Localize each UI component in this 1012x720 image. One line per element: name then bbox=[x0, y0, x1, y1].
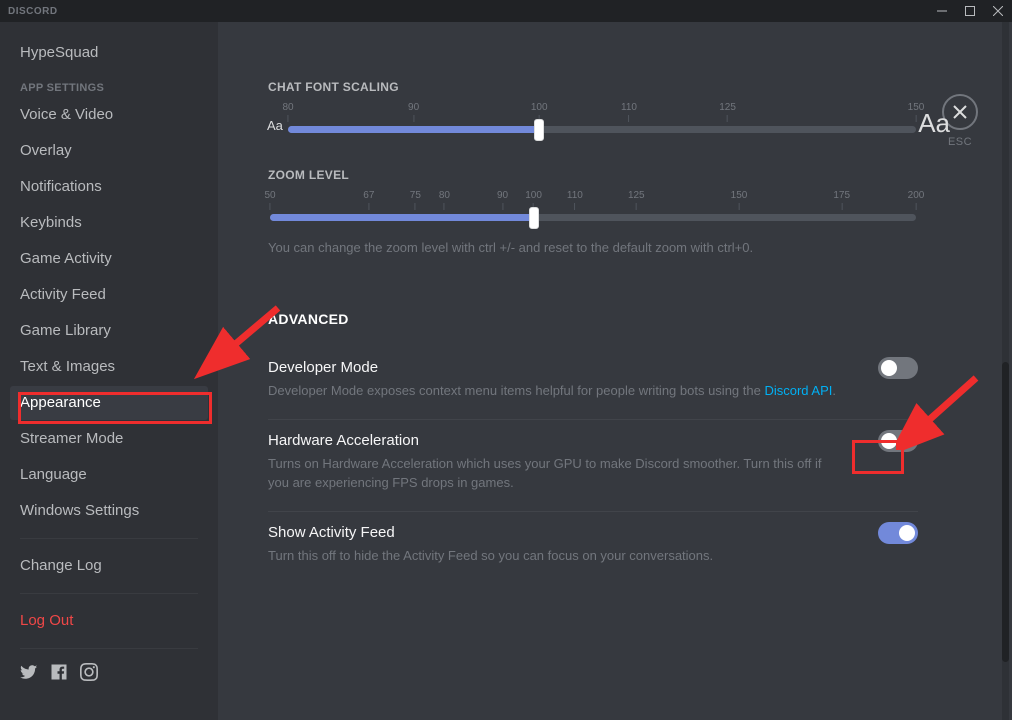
sidebar-section-header: APP SETTINGS bbox=[10, 72, 208, 98]
show-activity-feed-title: Show Activity Feed bbox=[268, 524, 918, 541]
slider-tick: 110 bbox=[621, 102, 637, 122]
window-close-button[interactable] bbox=[984, 0, 1012, 22]
slider-tick: 90 bbox=[497, 190, 508, 210]
facebook-icon[interactable] bbox=[50, 663, 68, 686]
developer-mode-title: Developer Mode bbox=[268, 359, 918, 376]
slider-tick: 75 bbox=[410, 190, 421, 210]
sidebar-item-overlay[interactable]: Overlay bbox=[10, 134, 208, 168]
sidebar-item-appearance[interactable]: Appearance bbox=[10, 386, 208, 420]
slider-tick: 150 bbox=[731, 190, 748, 210]
sidebar-item-change-log[interactable]: Change Log bbox=[10, 549, 208, 583]
sidebar-divider bbox=[20, 538, 198, 539]
window-maximize-button[interactable] bbox=[956, 0, 984, 22]
sidebar-item-game-activity[interactable]: Game Activity bbox=[10, 242, 208, 276]
chat-font-scaling-slider[interactable]: Aa Aa 8090100110125150 bbox=[268, 102, 918, 140]
slider-tick: 125 bbox=[719, 102, 736, 122]
font-sample-small: Aa bbox=[267, 118, 283, 133]
slider-tick: 80 bbox=[439, 190, 450, 210]
zoom-level-slider[interactable]: 5067758090100110125150175200 bbox=[268, 190, 918, 228]
developer-mode-description: Developer Mode exposes context menu item… bbox=[268, 382, 838, 401]
slider-tick: 80 bbox=[282, 102, 293, 122]
show-activity-feed-description: Turn this off to hide the Activity Feed … bbox=[268, 547, 838, 566]
sidebar-divider bbox=[20, 648, 198, 649]
advanced-heading: ADVANCED bbox=[268, 311, 918, 327]
instagram-icon[interactable] bbox=[80, 663, 98, 686]
sidebar-divider bbox=[20, 593, 198, 594]
sidebar-item-windows-settings[interactable]: Windows Settings bbox=[10, 494, 208, 528]
slider-tick: 125 bbox=[628, 190, 645, 210]
slider-tick: 110 bbox=[567, 190, 583, 210]
sidebar-item-hypesquad[interactable]: HypeSquad bbox=[10, 36, 208, 70]
slider-tick: 67 bbox=[363, 190, 374, 210]
titlebar: DISCORD bbox=[0, 0, 1012, 22]
hardware-acceleration-toggle[interactable] bbox=[878, 430, 918, 452]
slider-tick: 200 bbox=[908, 190, 925, 210]
app-logo: DISCORD bbox=[8, 6, 58, 17]
sidebar-item-notifications[interactable]: Notifications bbox=[10, 170, 208, 204]
settings-sidebar: HypeSquad APP SETTINGS Voice & Video Ove… bbox=[0, 22, 218, 720]
window-minimize-button[interactable] bbox=[928, 0, 956, 22]
slider-tick: 50 bbox=[264, 190, 275, 210]
slider-tick: 90 bbox=[408, 102, 419, 122]
sidebar-item-text-images[interactable]: Text & Images bbox=[10, 350, 208, 384]
chat-font-scaling-label: CHAT FONT SCALING bbox=[268, 80, 918, 94]
sidebar-item-keybinds[interactable]: Keybinds bbox=[10, 206, 208, 240]
slider-tick: 150 bbox=[908, 102, 925, 122]
slider-thumb[interactable] bbox=[534, 119, 544, 141]
sidebar-item-activity-feed[interactable]: Activity Feed bbox=[10, 278, 208, 312]
show-activity-feed-toggle[interactable] bbox=[878, 522, 918, 544]
slider-tick: 175 bbox=[833, 190, 850, 210]
sidebar-item-log-out[interactable]: Log Out bbox=[10, 604, 208, 638]
developer-mode-setting: Developer Mode Developer Mode exposes co… bbox=[268, 347, 918, 420]
sidebar-item-game-library[interactable]: Game Library bbox=[10, 314, 208, 348]
show-activity-feed-setting: Show Activity Feed Turn this off to hide… bbox=[268, 512, 918, 584]
discord-api-link[interactable]: Discord API bbox=[764, 383, 832, 398]
sidebar-item-voice-video[interactable]: Voice & Video bbox=[10, 98, 208, 132]
scrollbar-thumb[interactable] bbox=[1002, 362, 1009, 662]
slider-thumb[interactable] bbox=[529, 207, 539, 229]
twitter-icon[interactable] bbox=[20, 663, 38, 686]
zoom-help-text: You can change the zoom level with ctrl … bbox=[268, 240, 918, 255]
hardware-acceleration-setting: Hardware Acceleration Turns on Hardware … bbox=[268, 420, 918, 512]
zoom-level-label: ZOOM LEVEL bbox=[268, 168, 918, 182]
hardware-acceleration-description: Turns on Hardware Acceleration which use… bbox=[268, 455, 838, 493]
sidebar-item-language[interactable]: Language bbox=[10, 458, 208, 492]
developer-mode-toggle[interactable] bbox=[878, 357, 918, 379]
sidebar-item-streamer-mode[interactable]: Streamer Mode bbox=[10, 422, 208, 456]
hardware-acceleration-title: Hardware Acceleration bbox=[268, 432, 918, 449]
